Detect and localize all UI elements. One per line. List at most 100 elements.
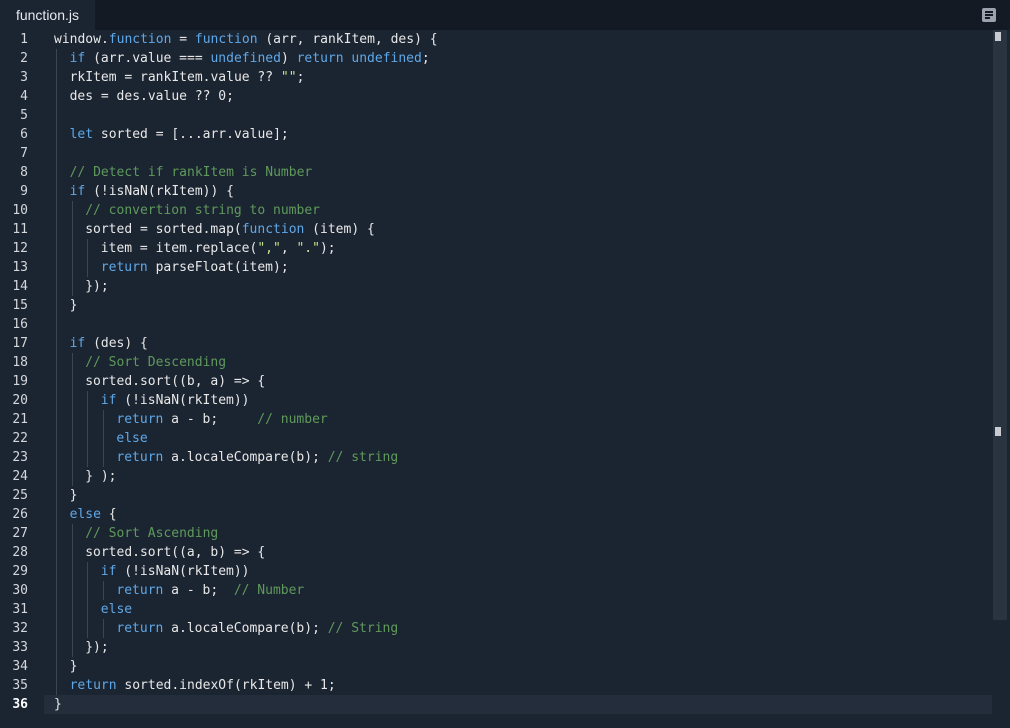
code-line: } (70, 296, 78, 315)
tab-function-js[interactable]: function.js (0, 0, 95, 30)
indent-guide (56, 201, 57, 220)
line-number: 19 (12, 374, 28, 389)
line-number-gutter: 1 2 3 4 5 6 7 8 9 10 11 12 13 14 15 16 17 18 19 20 21 22 23 24 2… (0, 30, 44, 728)
indent-guide (56, 581, 57, 600)
line-number: 10 (12, 203, 28, 218)
indent-guide (87, 258, 89, 277)
code-token: a.localeCompare(b); (163, 621, 328, 636)
code-editor[interactable]: 1 2 3 4 5 6 7 8 9 10 11 12 13 14 15 16 17 18 19 20 21 22 23 24 2… (0, 30, 1010, 728)
code-token: a.localeCompare(b); (163, 450, 328, 465)
indent-guide (102, 581, 104, 600)
indent-guide (56, 334, 57, 353)
line-number: 14 (12, 279, 28, 294)
indent-guide (56, 315, 57, 334)
code-token: (item) { (304, 222, 375, 237)
indent-guide (87, 239, 89, 258)
line-number: 18 (12, 355, 28, 370)
code-token: } ); (85, 469, 117, 484)
code-line: // Detect if rankItem is Number (70, 163, 313, 182)
list-menu-icon[interactable] (982, 8, 996, 22)
line-number: 24 (12, 469, 28, 484)
code-token: } (69, 298, 78, 313)
code-token: return (100, 260, 148, 275)
line-number: 22 (12, 431, 28, 446)
code-line: if (!isNaN(rkItem)) (101, 391, 250, 410)
code-token: // string (327, 450, 399, 465)
code-token: { (100, 507, 117, 522)
code-token: function (241, 222, 305, 237)
code-token: rkItem = rankItem.value ?? (69, 70, 281, 85)
line-number: 15 (12, 298, 28, 313)
indent-guide (56, 467, 57, 486)
code-line: if (des) { (70, 334, 148, 353)
line-number: 25 (12, 488, 28, 503)
indent-guide (56, 410, 57, 429)
indent-guide (56, 657, 57, 676)
line-number: 17 (12, 336, 28, 351)
indent-guide (56, 429, 57, 448)
code-line: sorted = sorted.map(function (item) { (85, 220, 375, 239)
code-token: // Sort Descending (85, 355, 227, 370)
code-token: }); (85, 640, 109, 655)
code-line: else (101, 600, 132, 619)
code-token: // Sort Ascending (85, 526, 219, 541)
indent-guide (71, 581, 73, 600)
indent-guide (87, 448, 89, 467)
indent-guide (71, 277, 73, 296)
code-token: if (100, 564, 117, 579)
line-number: 23 (12, 450, 28, 465)
code-line: return a.localeCompare(b); // String (116, 619, 398, 638)
indent-guide (56, 524, 57, 543)
line-number: 12 (12, 241, 28, 256)
code-token: sorted.sort((b, a) => { (85, 374, 266, 389)
indent-guide (56, 543, 57, 562)
line-number: 5 (20, 108, 28, 123)
code-line: // convertion string to number (85, 201, 320, 220)
code-line: sorted.sort((a, b) => { (85, 543, 265, 562)
code-token: return (116, 621, 164, 636)
code-token: else (116, 431, 148, 446)
code-token: (!isNaN(rkItem)) (116, 564, 250, 579)
indent-guide (56, 372, 57, 391)
indent-guide (56, 163, 57, 182)
line-number: 6 (20, 127, 28, 142)
line-number: 3 (20, 70, 28, 85)
line-number: 9 (20, 184, 28, 199)
line-number: 13 (12, 260, 28, 275)
code-area[interactable]: window.function = function (arr, rankIte… (54, 30, 990, 728)
code-token: ; (296, 70, 305, 85)
code-token: // convertion string to number (85, 203, 320, 218)
code-token: undefined (210, 51, 281, 66)
indent-guide (56, 182, 57, 201)
vertical-scrollbar[interactable] (993, 30, 1007, 620)
code-line: } (70, 486, 78, 505)
code-token: , (280, 241, 297, 256)
indent-guide (87, 619, 89, 638)
code-token: sorted.indexOf(rkItem) + 1; (116, 678, 336, 693)
indent-guide (71, 391, 73, 410)
indent-guide (102, 429, 104, 448)
line-number: 2 (20, 51, 28, 66)
indent-guide (71, 372, 73, 391)
code-line: if (!isNaN(rkItem)) { (70, 182, 234, 201)
indent-guide (87, 410, 89, 429)
indent-guide (87, 581, 89, 600)
code-token: "." (296, 241, 320, 256)
indent-guide (56, 448, 57, 467)
code-line: return sorted.indexOf(rkItem) + 1; (70, 676, 336, 695)
line-number: 26 (12, 507, 28, 522)
line-number: 34 (12, 659, 28, 674)
code-token: = (171, 32, 195, 47)
code-token: sorted.sort((a, b) => { (85, 545, 266, 560)
code-line: // Sort Ascending (85, 524, 218, 543)
code-token: sorted = sorted.map( (85, 222, 242, 237)
code-line: sorted.sort((b, a) => { (85, 372, 265, 391)
code-token: else (100, 602, 133, 617)
scrollbar-thumb[interactable] (995, 32, 1001, 41)
scrollbar-marker (995, 427, 1001, 436)
code-token: item = item.replace( (100, 241, 258, 256)
code-token: (!isNaN(rkItem)) { (85, 184, 234, 199)
code-token: return (116, 412, 164, 427)
code-line: // Sort Descending (85, 353, 226, 372)
indent-guide (87, 429, 89, 448)
